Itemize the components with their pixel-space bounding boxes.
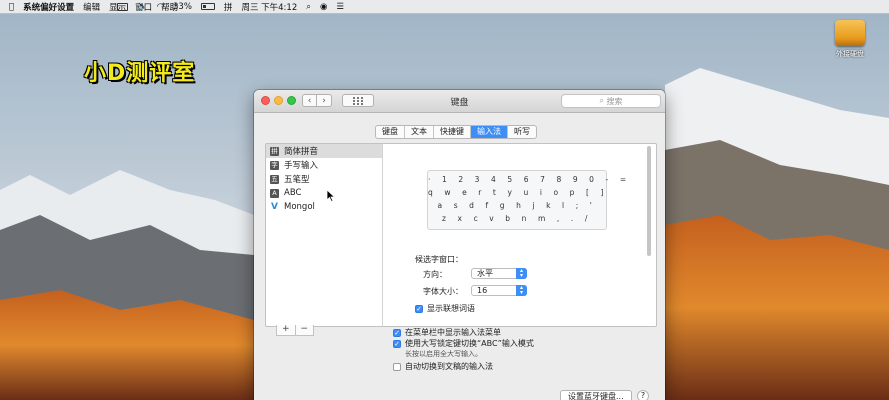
tab-bar: 键盘 文本 快捷键 输入法 听写 [375, 125, 537, 139]
list-item[interactable]: 字 手写输入 [266, 158, 382, 172]
menu-app-name[interactable]: 系统偏好设置 [23, 1, 74, 13]
checkmark-icon: ✓ [415, 304, 423, 313]
show-in-menu-label: 在菜单栏中显示输入法菜单 [405, 328, 501, 337]
list-item[interactable]: 拼 简体拼音 [266, 144, 382, 158]
keyboard-preferences-window: ‹ › 键盘 ⌕ 搜索 键盘 文本 快捷键 输入法 听写 拼 简体拼音 字 手写… [254, 90, 665, 400]
stepper-arrows-icon: ▴ ▾ [516, 285, 527, 296]
font-size-select[interactable]: 16 ▴ ▾ [471, 285, 527, 296]
caps-lock-switch-label: 使用大写锁定键切换“ABC”输入模式 [405, 339, 534, 348]
caps-lock-hint: 长按以启用全大写输入。 [405, 350, 482, 358]
checkmark-icon: ✓ [393, 328, 401, 337]
battery-icon[interactable] [200, 3, 215, 10]
abc-icon: A [270, 188, 279, 198]
tab-shortcuts[interactable]: 快捷键 [434, 126, 471, 138]
input-source-settings: · 1 2 3 4 5 6 7 8 9 0 - = q w e r t y u … [383, 144, 655, 326]
remove-input-source-button[interactable]: − [296, 325, 314, 335]
input-method-icon[interactable]: 拼 [224, 1, 233, 13]
stepper-arrows-icon: ▴ ▾ [516, 268, 527, 279]
menu-bar:  系统偏好设置 编辑 显示 窗口 帮助 🔈 ◠ 33% 拼 周三 下午4:12… [0, 0, 889, 14]
notification-center-icon[interactable]: ☰ [336, 2, 344, 12]
tab-dictation[interactable]: 听写 [508, 126, 536, 138]
checkbox-empty [393, 362, 401, 371]
keyboard-row: · 1 2 3 4 5 6 7 8 9 0 - = [428, 175, 631, 184]
external-drive[interactable]: 外接硬盘 [832, 20, 868, 59]
input-sources-panel: 拼 简体拼音 字 手写输入 五 五笔型 A ABC V Mongol · 1 2… [265, 143, 657, 327]
mouse-cursor-icon [327, 190, 335, 202]
menu-edit[interactable]: 编辑 [83, 1, 100, 13]
list-item[interactable]: 五 五笔型 [266, 172, 382, 186]
list-item-label: 五笔型 [284, 175, 310, 185]
add-remove-buttons: + − [276, 325, 314, 336]
add-input-source-button[interactable]: + [277, 325, 296, 335]
search-icon: ⌕ [599, 96, 607, 105]
status-area: 🔈 ◠ 33% 拼 周三 下午4:12 ⌕ ◉ ☰ [117, 0, 389, 13]
search-placeholder: 搜索 [606, 96, 623, 106]
scrollbar[interactable] [647, 146, 651, 256]
watermark-text: 小D测评室 [84, 61, 196, 86]
tab-text[interactable]: 文本 [405, 126, 434, 138]
search-icon[interactable]: ⌕ [306, 2, 311, 12]
list-item-label: 简体拼音 [284, 147, 319, 157]
mongol-icon: V [271, 201, 278, 212]
tab-keyboard[interactable]: 键盘 [376, 126, 405, 138]
show-predictive-label: 显示联想词语 [427, 304, 475, 313]
setup-bluetooth-keyboard-button[interactable]: 设置蓝牙键盘... [560, 390, 632, 400]
direction-value: 水平 [477, 269, 493, 278]
keyboard-row: q w e r t y u i o p [ ] [428, 188, 609, 197]
pinyin-icon: 拼 [270, 146, 279, 156]
drive-label: 外接硬盘 [836, 50, 864, 58]
siri-icon[interactable]: ◉ [320, 2, 327, 12]
list-item[interactable]: A ABC [266, 186, 382, 200]
caps-lock-switch-checkbox[interactable]: ✓ 使用大写锁定键切换“ABC”输入模式 [393, 338, 534, 349]
direction-label: 方向： [423, 270, 447, 279]
battery-percent: 33% [173, 1, 192, 12]
show-predictive-checkbox[interactable]: ✓ 显示联想词语 [415, 303, 475, 314]
font-size-label: 字体大小： [423, 287, 463, 296]
auto-switch-checkbox[interactable]: 自动切换到文稿的输入法 [393, 361, 493, 372]
help-button[interactable]: ? [637, 390, 649, 400]
direction-select[interactable]: 水平 ▴ ▾ [471, 268, 527, 279]
checkmark-icon: ✓ [393, 339, 401, 348]
keyboard-row: a s d f g h j k l ; ' [437, 201, 597, 210]
font-size-value: 16 [477, 286, 488, 295]
screen-mirroring-icon[interactable] [117, 2, 128, 11]
handwriting-icon: 字 [270, 160, 279, 170]
wifi-icon[interactable]: ◠ [157, 2, 164, 12]
tab-input-sources[interactable]: 输入法 [471, 126, 508, 138]
window-titlebar: ‹ › 键盘 ⌕ 搜索 [254, 90, 665, 113]
volume-icon[interactable]: 🔈 [137, 2, 148, 12]
wubi-icon: 五 [270, 174, 279, 184]
auto-switch-label: 自动切换到文稿的输入法 [405, 362, 493, 371]
apple-menu-icon[interactable]:  [9, 2, 14, 12]
hard-drive-icon [835, 20, 865, 46]
list-item-label: 手写输入 [284, 161, 319, 171]
keyboard-row: z x c v b n m , . / [442, 214, 592, 223]
list-item-label: Mongol [284, 202, 315, 212]
input-source-list[interactable]: 拼 简体拼音 字 手写输入 五 五笔型 A ABC V Mongol [266, 144, 383, 326]
candidate-window-label: 候选字窗口： [415, 255, 463, 264]
list-item[interactable]: V Mongol [266, 200, 382, 214]
menu-clock[interactable]: 周三 下午4:12 [241, 1, 297, 13]
list-item-label: ABC [284, 188, 302, 198]
show-in-menu-checkbox[interactable]: ✓ 在菜单栏中显示输入法菜单 [393, 327, 501, 338]
keyboard-layout-preview: · 1 2 3 4 5 6 7 8 9 0 - = q w e r t y u … [427, 170, 631, 230]
search-field[interactable]: ⌕ 搜索 [561, 94, 661, 108]
